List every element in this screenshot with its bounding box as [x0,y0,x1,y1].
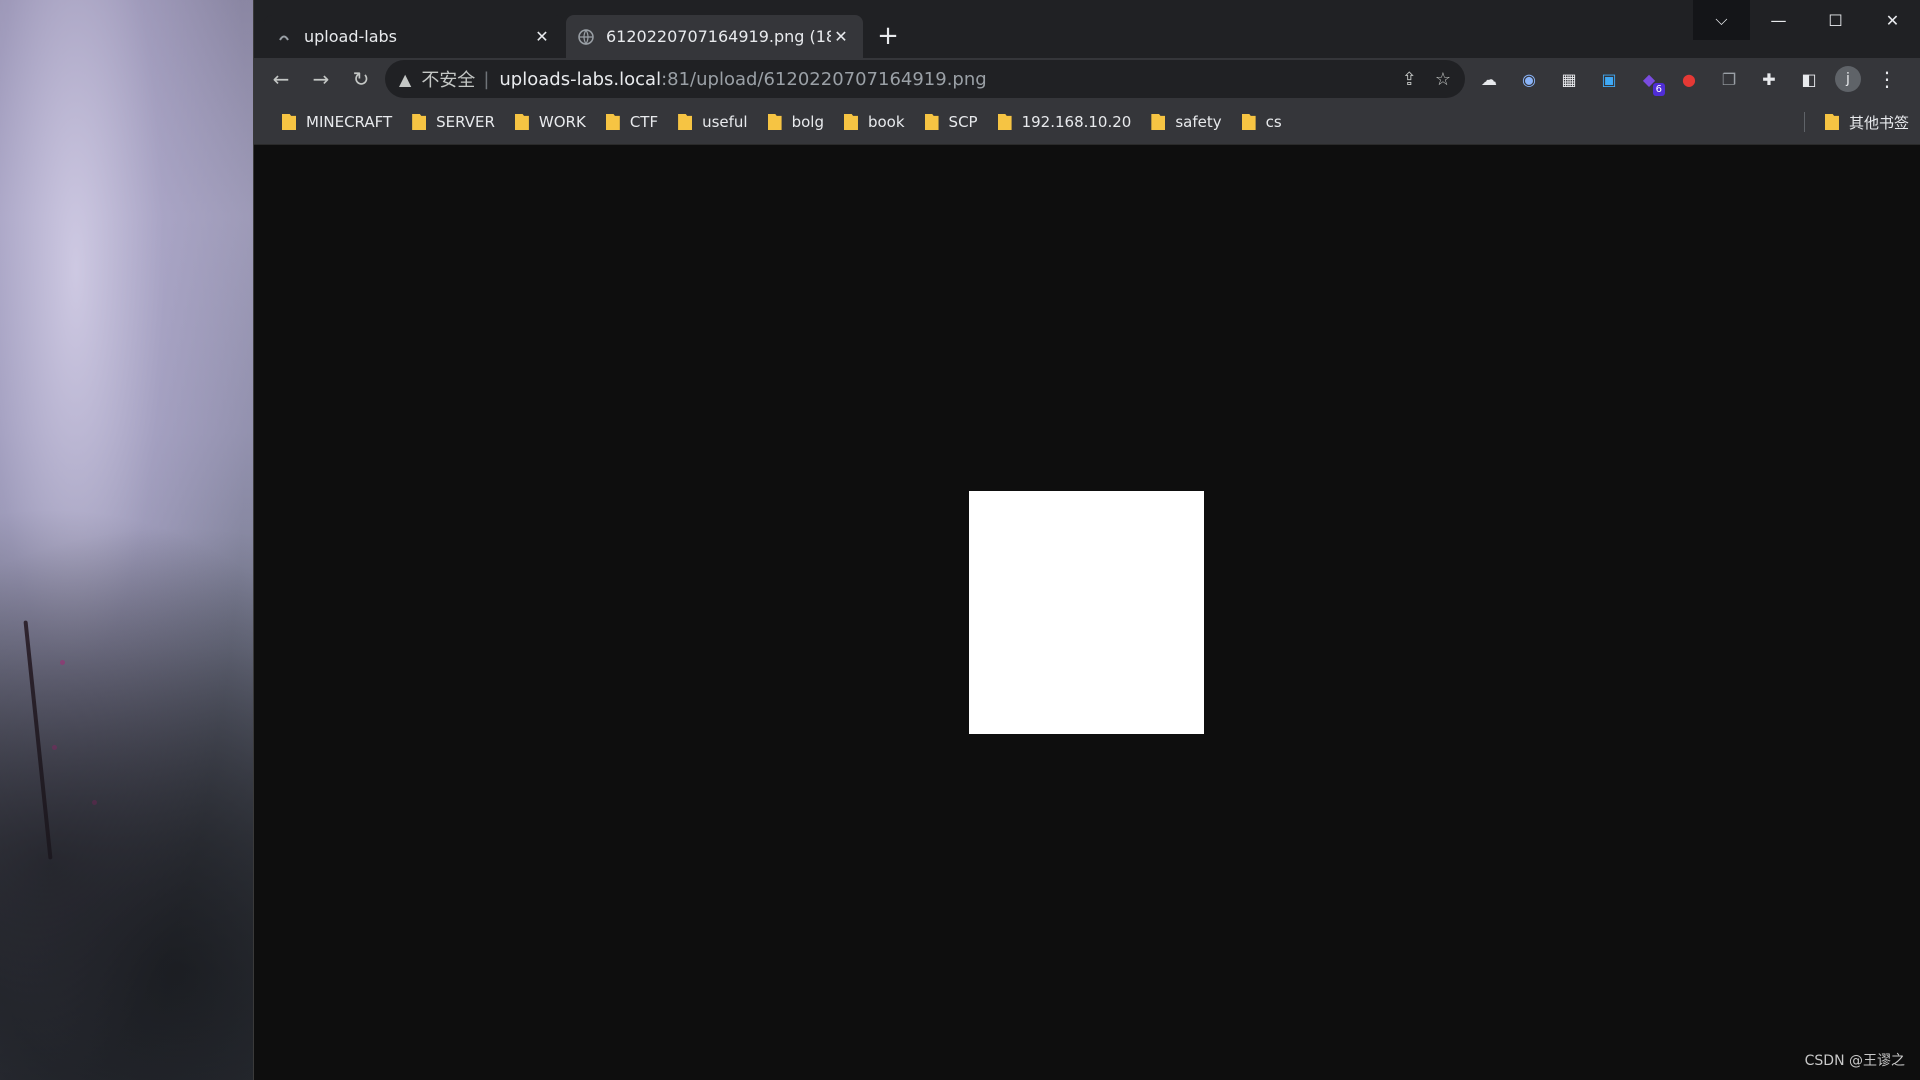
folder-icon [678,114,693,130]
folder-icon [767,114,782,130]
close-window-button[interactable]: ✕ [1864,0,1920,40]
bookmark-folder[interactable]: book [834,106,915,138]
ext-ring-icon[interactable]: ◉ [1515,65,1543,93]
back-button[interactable]: ← [266,64,296,94]
reload-button[interactable]: ↻ [346,64,376,94]
bookmark-folder[interactable]: CTF [596,106,668,138]
insecure-label[interactable]: 不安全 [421,66,475,92]
folder-icon [514,114,529,130]
menu-icon[interactable]: ⋮ [1873,65,1901,93]
wallpaper-flower-dot [52,745,57,750]
other-bookmarks-folder[interactable]: 其他书签 [1824,106,1909,138]
globe-dim-icon [276,29,292,45]
displayed-image[interactable] [969,491,1204,734]
tab-image[interactable]: 6120220707164919.png (188× ✕ [566,15,863,58]
minimize-button[interactable]: — [1750,0,1807,40]
tab-title: upload-labs [304,27,398,46]
share-icon[interactable]: ⇪ [1402,69,1417,90]
ext-cloud-icon[interactable]: ☁ [1475,65,1503,93]
tab-close-icon[interactable]: ✕ [532,27,552,47]
folder-icon [1824,114,1839,130]
extensions-area: ☁ ◉ ▦ ▣ ◆ 6 ● ❐ ✚ ◧ j ⋮ [1475,64,1901,96]
folder-icon [843,114,858,130]
ext-gem-icon[interactable]: ◆ 6 [1635,65,1665,96]
globe-icon [578,28,594,45]
folder-icon [412,114,427,130]
bookmark-folder[interactable]: SERVER [402,106,505,138]
bookmark-folder[interactable]: cs [1232,106,1292,138]
desktop-wallpaper [0,0,253,1080]
new-tab-button[interactable]: + [873,21,903,51]
bookmark-folder[interactable]: MINECRAFT [272,106,402,138]
tab-close-icon[interactable]: ✕ [831,27,851,47]
folder-icon [997,114,1012,130]
tab-search-icon[interactable]: ⌵ [1693,0,1750,40]
bookmarks-divider [1804,112,1805,132]
wallpaper-flower-dot [92,800,97,805]
folder-icon [282,114,296,130]
csdn-watermark: CSDN @王谬之 [1804,1053,1905,1069]
folder-icon [924,114,939,130]
maximize-button[interactable]: ☐ [1807,0,1864,40]
ext-badge: 6 [1652,83,1665,96]
folder-icon [605,114,620,130]
bookmark-folder[interactable]: SCP [915,106,988,138]
tab-title: 6120220707164919.png (188× [606,27,831,46]
tab-upload-labs[interactable]: upload-labs ✕ [264,15,564,58]
browser-window: upload-labs ✕ 6120220707164919.png (188×… [253,0,1920,1080]
browser-toolbar: ← → ↻ ▲ 不安全 | uploads-labs.local :81/upl… [254,58,1920,100]
wallpaper-flower-dot [60,660,65,665]
bookmark-folder[interactable]: useful [668,106,758,138]
ext-tv-icon[interactable]: ▣ [1595,65,1623,93]
ext-red-icon[interactable]: ● [1675,65,1703,93]
tab-strip: upload-labs ✕ 6120220707164919.png (188×… [254,0,1920,58]
bookmark-folder[interactable]: 192.168.10.20 [988,106,1142,138]
bookmark-list: MINECRAFT SERVER WORK CTF useful bolg bo… [272,100,1292,144]
ext-sidepanel-icon[interactable]: ◧ [1795,65,1823,93]
ext-copy-icon[interactable]: ❐ [1715,65,1743,93]
wallpaper-plant-stem [23,620,53,860]
address-bar[interactable]: ▲ 不安全 | uploads-labs.local :81/upload/61… [385,60,1465,98]
folder-icon [1151,114,1166,130]
bookmark-folder[interactable]: WORK [505,106,596,138]
folder-icon [1241,114,1256,130]
warning-icon[interactable]: ▲ [399,70,411,89]
url-separator: | [483,68,490,90]
bookmarks-bar: MINECRAFT SERVER WORK CTF useful bolg bo… [254,100,1920,145]
url-host: uploads-labs.local [499,68,662,90]
profile-avatar[interactable]: j [1835,66,1861,92]
bookmark-star-icon[interactable]: ☆ [1435,69,1451,90]
url-path: :81/upload/6120220707164919.png [661,68,987,90]
bookmark-folder[interactable]: safety [1141,106,1231,138]
forward-button[interactable]: → [306,64,336,94]
ext-puzzle-icon[interactable]: ✚ [1755,65,1783,93]
page-content: CSDN @王谬之 [254,145,1920,1080]
ext-qr-icon[interactable]: ▦ [1555,65,1583,93]
bookmark-folder[interactable]: bolg [758,106,834,138]
